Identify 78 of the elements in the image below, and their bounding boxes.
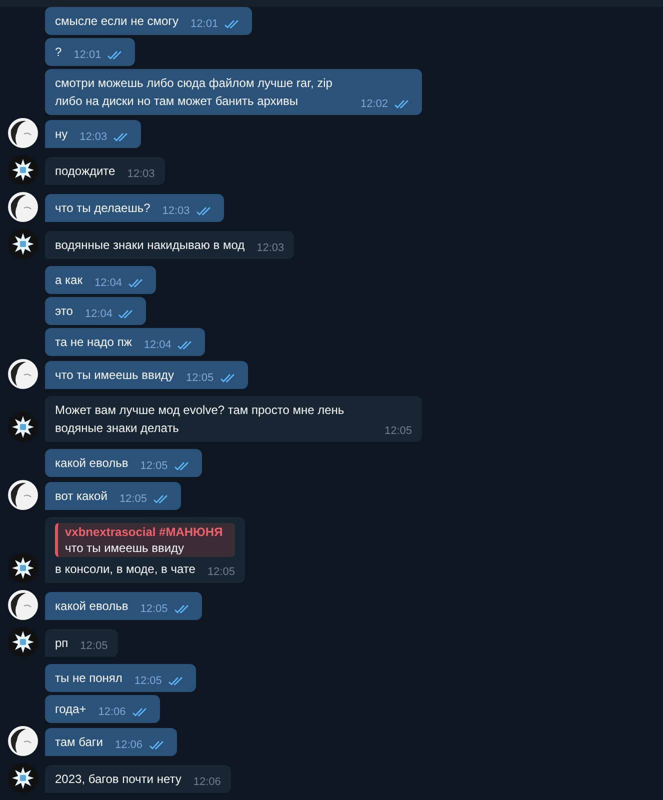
message-time: 12:05 [186,371,214,386]
avatar-icon[interactable] [8,412,38,442]
message-text: ну [55,126,68,143]
message-text: смотри можешь либо сюда файлом лучше rar, zip либо на диски но там может банить архивы [55,75,334,110]
message-bubble[interactable]: та не надо пж 12:04 [45,328,206,356]
message-bubble[interactable]: vxbnextrasocial #МАНЮНЯ что ты имеешь ввиду в консоли, в моде, в чате 12:05 [45,517,245,583]
message-text: вот какой [55,488,108,505]
avatar-icon[interactable] [8,726,38,756]
message-time: 12:04 [84,307,112,322]
message-time: 12:06 [193,775,221,790]
avatar-icon[interactable] [8,480,38,510]
message-bubble[interactable]: смысле если не смогу 12:01 [45,7,252,35]
reply-quote[interactable]: vxbnextrasocial #МАНЮНЯ что ты имеешь ввиду [55,523,235,557]
reply-author: vxbnextrasocial #МАНЮНЯ [65,524,224,540]
message-time: 12:03 [256,241,284,256]
message-text: смысле если не смогу [55,13,179,30]
message-time: 12:01 [190,17,218,32]
message-time: 12:02 [360,97,388,112]
message-bubble[interactable]: какой евольв 12:05 [45,449,202,477]
message-bubble[interactable]: 2023, багов почти нету 12:06 [45,765,231,793]
message-text: что ты имеешь ввиду [55,367,174,384]
message-time: 12:05 [384,424,412,439]
reply-text: что ты имеешь ввиду [65,540,186,556]
message-text: а как [55,272,82,289]
avatar-icon[interactable] [8,590,38,620]
avatar-icon[interactable] [8,155,38,185]
message-text: ? [55,44,62,61]
message-time: 12:06 [114,738,143,753]
message-text: та не надо пж [55,334,132,351]
message-bubble[interactable]: что ты имеешь ввиду 12:05 [45,361,248,389]
message-text: подождите [55,163,116,180]
message-time: 12:03 [127,167,155,182]
message-bubble[interactable]: рп 12:05 [45,629,118,657]
message-bubble[interactable]: ? 12:01 [45,38,136,66]
avatar-icon[interactable] [8,553,38,583]
message-text: что ты делаешь? [55,200,150,217]
message-text: года+ [55,701,86,718]
message-bubble[interactable]: что ты делаешь? 12:03 [45,194,224,222]
message-time: 12:03 [162,204,190,219]
message-bubble[interactable]: смотри можешь либо сюда файлом лучше rar, zip либо на диски но там может банить архивы 12:02 [45,69,422,115]
message-time: 12:05 [134,674,162,689]
avatar-icon[interactable] [8,118,38,148]
avatar-icon[interactable] [8,627,38,657]
message-text: 2023, багов почти нету [55,771,182,788]
message-bubble[interactable]: какой евольв 12:05 [45,592,202,620]
message-text: рп [55,635,68,652]
message-bubble[interactable]: подождите 12:03 [45,157,165,185]
message-time: 12:03 [80,130,108,145]
message-bubble[interactable]: года+ 12:06 [45,695,160,723]
message-bubble[interactable]: ну 12:03 [45,120,142,148]
message-bubble[interactable]: водянные знаки накидываю в мод 12:03 [45,231,294,259]
message-bubble[interactable]: вот какой 12:05 [45,482,181,510]
message-time: 12:05 [140,602,168,617]
message-time: 12:01 [74,48,102,63]
message-text: ты не понял [55,670,122,687]
message-time: 12:04 [94,276,122,291]
message-text: это [55,303,73,320]
message-text: Может вам лучше мод evolve? там просто мне лень водяные знаки делать [55,402,346,437]
message-time: 12:05 [207,565,235,580]
message-bubble[interactable]: Может вам лучше мод evolve? там просто мне лень водяные знаки делать 12:05 [45,396,422,442]
avatar-icon[interactable] [8,229,38,259]
message-bubble[interactable]: ты не понял 12:05 [45,664,196,692]
avatar-icon[interactable] [8,192,38,222]
message-bubble[interactable]: там баги 12:06 [45,728,177,756]
message-time: 12:05 [119,492,147,507]
message-text: какой евольв [55,598,128,615]
message-time: 12:04 [144,338,172,353]
message-text: водянные знаки накидываю в мод [55,237,245,254]
message-time: 12:05 [140,459,168,474]
message-time: 12:06 [98,705,126,720]
message-text: какой евольв [55,455,128,472]
message-text: в консоли, в моде, в чате [55,561,196,578]
avatar-icon[interactable] [8,359,38,389]
message-text: там баги [55,734,103,751]
message-bubble[interactable]: это 12:04 [45,297,146,325]
message-bubble[interactable]: а как 12:04 [45,266,156,294]
avatar-icon[interactable] [8,763,38,793]
message-time: 12:05 [80,639,108,654]
